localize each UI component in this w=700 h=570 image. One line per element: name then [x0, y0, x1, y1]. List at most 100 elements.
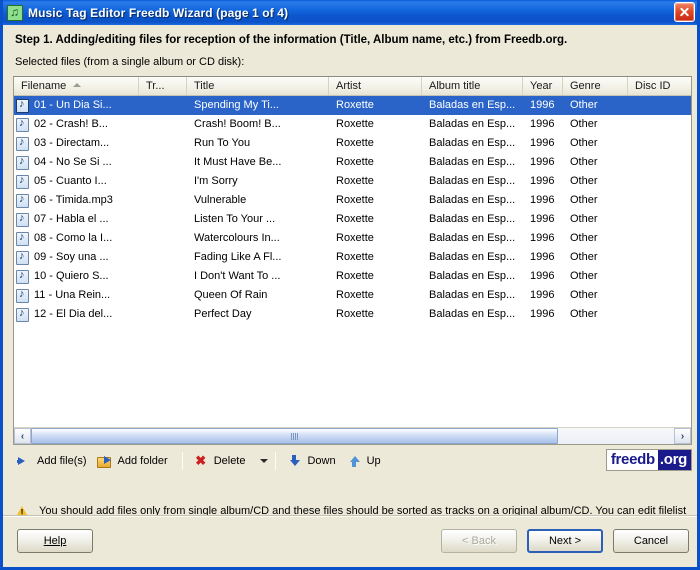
freedb-logo-text-1: freedb	[610, 451, 655, 468]
help-button[interactable]: Help	[17, 529, 93, 553]
cell-title: Watercolours In...	[194, 232, 280, 244]
cell-discid	[628, 153, 691, 172]
cell-genre: Other	[570, 194, 598, 206]
cell-track	[139, 134, 187, 153]
cell-album: Baladas en Esp...	[429, 156, 516, 168]
cancel-button-label: Cancel	[633, 535, 669, 547]
back-button-label: < Back	[462, 535, 496, 547]
back-button[interactable]: < Back	[441, 529, 517, 553]
table-row[interactable]: 10 - Quiero S... I Don't Want To ... Roxet…	[14, 267, 691, 286]
table-row[interactable]: 05 - Cuanto I... I'm Sorry Roxette Baladas …	[14, 172, 691, 191]
audio-file-icon	[16, 268, 29, 284]
cell-genre: Other	[570, 175, 598, 187]
cell-genre: Other	[570, 118, 598, 130]
cell-genre: Other	[570, 308, 598, 320]
cell-track	[139, 153, 187, 172]
move-up-button[interactable]: Up	[343, 450, 388, 472]
cell-year: 1996	[530, 175, 555, 187]
column-header-label: Title	[194, 80, 215, 92]
music-note-icon	[7, 4, 23, 21]
freedb-logo[interactable]: freedb .org	[605, 449, 692, 471]
cell-year: 1996	[530, 213, 555, 225]
scrollbar-thumb[interactable]	[31, 428, 559, 444]
selected-files-label: Selected files (from a single album or C…	[15, 56, 245, 68]
close-icon[interactable]	[674, 2, 695, 22]
cell-genre: Other	[570, 251, 598, 263]
cancel-button[interactable]: Cancel	[613, 529, 689, 553]
table-row[interactable]: 03 - Directam... Run To You Roxette Baladas…	[14, 134, 691, 153]
cell-track	[139, 210, 187, 229]
horizontal-scrollbar[interactable]: ‹ ›	[14, 427, 691, 444]
cell-year: 1996	[530, 270, 555, 282]
table-row[interactable]: 09 - Soy una ... Fading Like A Fl... Roxet…	[14, 248, 691, 267]
column-header-tr[interactable]: Tr...	[139, 77, 187, 95]
next-button[interactable]: Next >	[527, 529, 603, 553]
column-header-disc-id[interactable]: Disc ID	[628, 77, 691, 95]
file-list[interactable]: Filename Tr... Title Artist Album title Year G…	[13, 76, 692, 445]
cell-text: 10 - Quiero S...	[34, 270, 109, 282]
scroll-right-button[interactable]: ›	[674, 428, 691, 444]
column-header-label: Genre	[570, 80, 601, 92]
cell-title: Fading Like A Fl...	[194, 251, 282, 263]
sort-ascending-icon	[73, 83, 82, 88]
cell-track	[139, 172, 187, 191]
audio-file-icon	[16, 287, 29, 303]
scrollbar-track[interactable]	[31, 428, 674, 444]
table-row[interactable]: 12 - El Dia del... Perfect Day Roxette Bala…	[14, 305, 691, 324]
delete-button[interactable]: ✖ Delete	[190, 450, 253, 472]
cell-filename: 01 - Un Dia Si...	[14, 96, 139, 115]
cell-title: Spending My Ti...	[194, 99, 279, 111]
audio-file-icon	[16, 192, 29, 208]
cell-title: I'm Sorry	[194, 175, 238, 187]
column-header-artist[interactable]: Artist	[329, 77, 422, 95]
arrow-down-icon	[286, 453, 302, 469]
column-header-label: Artist	[336, 80, 362, 92]
cell-album: Baladas en Esp...	[429, 308, 516, 320]
delete-dropdown-chevron-down-icon[interactable]	[260, 459, 269, 463]
table-row[interactable]: 01 - Un Dia Si... Spending My Ti... Roxett…	[14, 96, 691, 115]
cell-filename: 05 - Cuanto I...	[14, 172, 139, 191]
cell-title: Vulnerable	[194, 194, 247, 206]
column-header-filename[interactable]: Filename	[14, 77, 139, 95]
column-header-genre[interactable]: Genre	[563, 77, 628, 95]
cell-discid	[628, 305, 691, 324]
cell-text: 02 - Crash! B...	[34, 118, 108, 130]
cell-track	[139, 248, 187, 267]
column-header-title[interactable]: Title	[187, 77, 329, 95]
audio-file-icon	[16, 116, 29, 132]
table-row[interactable]: 06 - Timida.mp3 Vulnerable Roxette Baladas …	[14, 191, 691, 210]
add-file-icon	[16, 453, 32, 469]
column-header-label: Year	[530, 80, 553, 92]
cell-text: 09 - Soy una ...	[34, 251, 109, 263]
table-row[interactable]: 11 - Una Rein... Queen Of Rain Roxette Bala…	[14, 286, 691, 305]
cell-discid	[628, 96, 691, 115]
table-row[interactable]: 07 - Habla el ... Listen To Your ... Roxet…	[14, 210, 691, 229]
table-row[interactable]: 02 - Crash! B... Crash! Boom! B... Roxette…	[14, 115, 691, 134]
cell-album: Baladas en Esp...	[429, 118, 516, 130]
wizard-body: Step 1. Adding/editing files for recepti…	[3, 25, 697, 567]
audio-file-icon	[16, 173, 29, 189]
add-folder-button[interactable]: Add folder	[94, 450, 175, 472]
column-header-album-title[interactable]: Album title	[422, 77, 523, 95]
audio-file-icon	[16, 211, 29, 227]
column-header-label: Filename	[21, 80, 67, 92]
cell-year: 1996	[530, 118, 555, 130]
cell-genre: Other	[570, 232, 598, 244]
cell-track	[139, 267, 187, 286]
file-toolbar: Add file(s) Add folder ✖ Delete Down Up	[13, 447, 692, 475]
cell-discid	[628, 191, 691, 210]
cell-year: 1996	[530, 194, 555, 206]
add-files-button[interactable]: Add file(s)	[13, 450, 94, 472]
cell-artist: Roxette	[336, 251, 374, 263]
file-list-rows[interactable]: 01 - Un Dia Si... Spending My Ti... Roxett…	[14, 96, 691, 427]
column-header-year[interactable]: Year	[523, 77, 563, 95]
scroll-left-button[interactable]: ‹	[14, 428, 31, 444]
cell-title: Run To You	[194, 137, 251, 149]
cell-discid	[628, 134, 691, 153]
cell-title: Queen Of Rain	[194, 289, 268, 301]
audio-file-icon	[16, 306, 29, 322]
move-down-button[interactable]: Down	[283, 450, 342, 472]
cell-album: Baladas en Esp...	[429, 270, 516, 282]
table-row[interactable]: 04 - No Se Si ... It Must Have Be... Roxet…	[14, 153, 691, 172]
table-row[interactable]: 08 - Como la I... Watercolours In... Roxet…	[14, 229, 691, 248]
